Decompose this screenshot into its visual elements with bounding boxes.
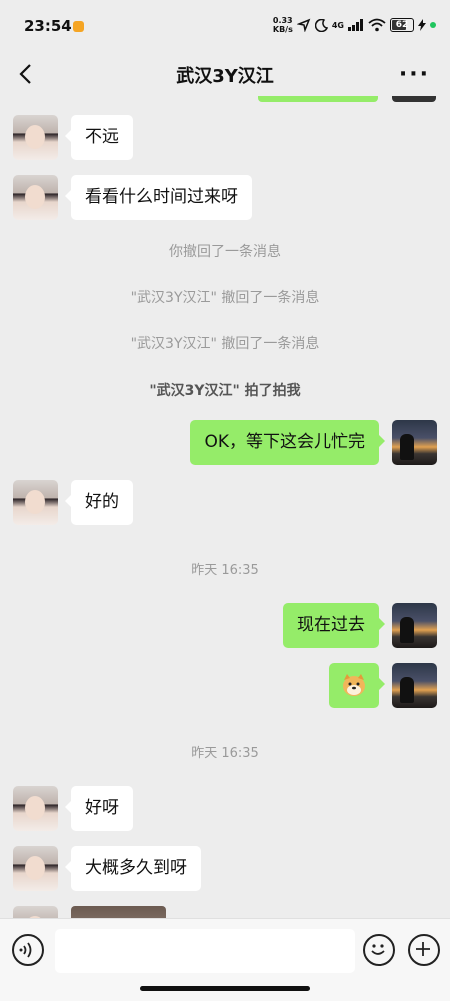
timestamp: 昨天 16:35 <box>191 746 259 761</box>
message-bubble[interactable]: 不远 <box>65 115 133 160</box>
emoji-message-bubble[interactable] <box>329 663 385 708</box>
charging-icon <box>418 19 426 31</box>
system-message: 你撤回了一条消息 <box>169 244 281 260</box>
battery-level: 62 <box>395 20 409 30</box>
timestamp: 昨天 16:35 <box>191 563 259 578</box>
my-avatar[interactable] <box>392 603 437 648</box>
status-indicators: 0.33 KB/s 4G 62 <box>273 16 436 34</box>
network-type: 4G <box>331 20 344 30</box>
message-bubble[interactable]: 看看什么时间过来呀 <box>65 175 252 220</box>
image-message[interactable] <box>71 906 166 918</box>
message-bubble[interactable]: 好的 <box>65 480 133 525</box>
notification-icon <box>73 21 84 32</box>
message-bubble[interactable]: 现在过去 <box>283 603 385 648</box>
doge-emoji-icon <box>343 674 365 696</box>
my-avatar[interactable] <box>392 420 437 465</box>
battery-icon: 62 <box>390 18 414 32</box>
home-indicator[interactable] <box>140 986 310 991</box>
contact-avatar[interactable] <box>13 906 58 918</box>
message-bubble[interactable]: 大概多久到呀 <box>65 846 201 891</box>
privacy-dot <box>430 22 436 28</box>
nav-bar: 武汉3Y汉江 ··· <box>0 52 450 96</box>
net-speed: 0.33 KB/s <box>272 16 293 34</box>
contact-avatar[interactable] <box>13 846 58 891</box>
message-list[interactable]: 不远 看看什么时间过来呀 你撤回了一条消息 "武汉3Y汉江" 撤回了一条消息 "… <box>0 96 450 918</box>
message-input[interactable] <box>55 929 355 973</box>
contact-avatar[interactable] <box>13 480 58 525</box>
plus-icon[interactable] <box>408 934 440 966</box>
smiley-icon[interactable] <box>363 934 395 966</box>
contact-avatar[interactable] <box>13 175 58 220</box>
status-time: 23:54 <box>24 17 72 35</box>
voice-icon[interactable] <box>12 934 44 966</box>
moon-icon <box>314 18 328 32</box>
wifi-icon <box>368 18 386 32</box>
location-icon <box>296 18 311 32</box>
message-bubble[interactable]: 好呀 <box>65 786 133 831</box>
status-bar: 23:54 0.33 KB/s 4G 62 <box>0 0 450 52</box>
system-message: "武汉3Y汉江" 撤回了一条消息 <box>130 290 320 306</box>
contact-avatar[interactable] <box>13 786 58 831</box>
previous-avatar-edge <box>392 96 436 102</box>
system-message: "武汉3Y汉江" 撤回了一条消息 <box>130 336 320 352</box>
pat-message: "武汉3Y汉江" 拍了拍我 <box>149 383 301 399</box>
previous-bubble-edge <box>258 96 378 102</box>
message-bubble[interactable]: OK，等下这会儿忙完 <box>190 420 385 465</box>
signal-icon <box>348 19 363 31</box>
contact-avatar[interactable] <box>13 115 58 160</box>
more-options-button[interactable]: ··· <box>399 62 430 87</box>
chat-title: 武汉3Y汉江 <box>176 66 274 87</box>
my-avatar[interactable] <box>392 663 437 708</box>
